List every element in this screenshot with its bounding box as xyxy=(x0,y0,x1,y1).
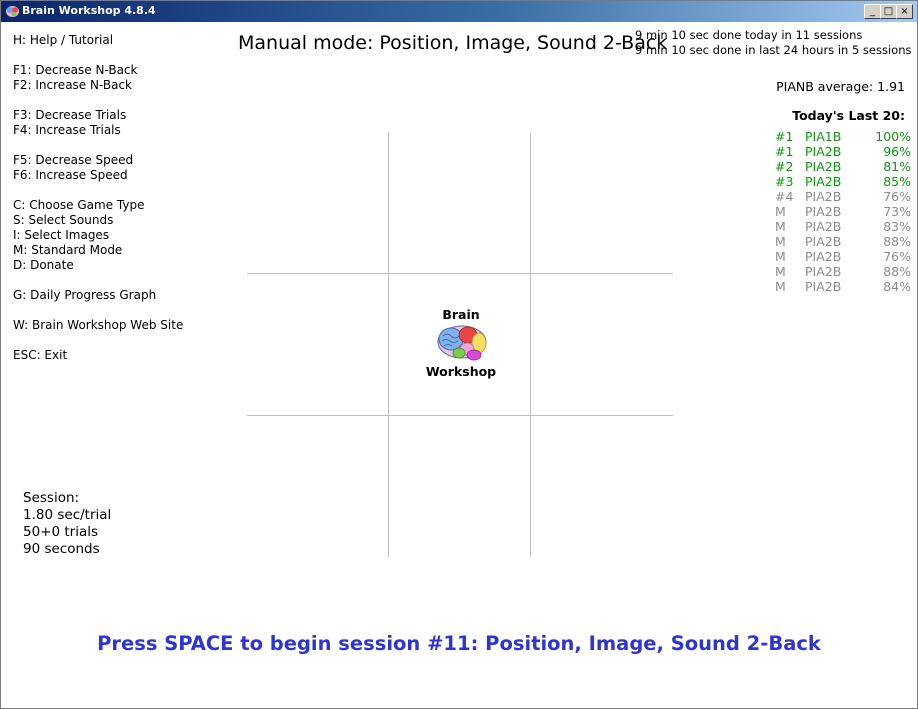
last20-rank: #1 xyxy=(775,129,794,144)
menu-help[interactable]: H: Help / Tutorial xyxy=(13,33,183,48)
menu-increase-speed[interactable]: F6: Increase Speed xyxy=(13,168,183,183)
last20-mode: PIA2B xyxy=(805,249,842,264)
menu-increase-nback[interactable]: F2: Increase N-Back xyxy=(13,78,183,93)
last20-rank: M xyxy=(775,234,786,249)
last20-pct: 96% xyxy=(883,144,911,159)
last20-pct: 76% xyxy=(883,189,911,204)
logo-word-brain: Brain xyxy=(442,307,480,322)
last20-mode: PIA2B xyxy=(805,234,842,249)
last20-row: M PIA2B 76% xyxy=(773,249,913,264)
last20-pct: 76% xyxy=(883,249,911,264)
last20-rank: M xyxy=(775,279,786,294)
last20-list: #1 PIA1B 100% #1 PIA2B 96% #2 PIA2B 81% #3 PIA2B 85… xyxy=(773,129,913,294)
menu-select-sounds[interactable]: S: Select Sounds xyxy=(13,213,183,228)
last20-row: M PIA2B 73% xyxy=(773,204,913,219)
brain-workshop-logo: Brain Workshop xyxy=(416,307,506,382)
last20-rank: M xyxy=(775,249,786,264)
menu-decrease-speed[interactable]: F5: Decrease Speed xyxy=(13,153,183,168)
last20-mode: PIA2B xyxy=(805,264,842,279)
last20-row: M PIA2B 88% xyxy=(773,264,913,279)
menu-website[interactable]: W: Brain Workshop Web Site xyxy=(13,318,183,333)
last20-mode: PIA2B xyxy=(805,144,842,159)
last20-row: M PIA2B 83% xyxy=(773,219,913,234)
app-window: Brain Workshop 4.8.4 _ □ × H: Help / Tut… xyxy=(0,0,918,709)
close-button[interactable]: × xyxy=(896,4,913,19)
session-duration: 90 seconds xyxy=(23,541,100,557)
last20-mode: PIA1B xyxy=(805,129,842,144)
last20-pct: 100% xyxy=(875,129,911,144)
last20-mode: PIA2B xyxy=(805,219,842,234)
last20-row: M PIA2B 84% xyxy=(773,279,913,294)
time-today: 9 min 10 sec done today in 11 sessions xyxy=(635,28,863,42)
time-last-24h: 9 min 10 sec done in last 24 hours in 5 … xyxy=(635,43,912,57)
session-trials: 50+0 trials xyxy=(23,524,99,540)
last20-row: #1 PIA1B 100% xyxy=(773,129,913,144)
grid-line-v2 xyxy=(530,132,531,557)
menu-donate[interactable]: D: Donate xyxy=(13,258,183,273)
logo-word-workshop: Workshop xyxy=(425,364,497,379)
last20-rank: #1 xyxy=(775,144,794,159)
last20-rank: M xyxy=(775,219,786,234)
last20-pct: 83% xyxy=(883,219,911,234)
key-menu: H: Help / Tutorial F1: Decrease N-Back F… xyxy=(13,33,183,363)
last20-mode: PIA2B xyxy=(805,174,842,189)
maximize-button[interactable]: □ xyxy=(880,4,897,19)
session-speed: 1.80 sec/trial xyxy=(23,507,112,523)
brain-icon xyxy=(437,325,487,361)
last20-row: #3 PIA2B 85% xyxy=(773,174,913,189)
last20-rank: M xyxy=(775,204,786,219)
last20-mode: PIA2B xyxy=(805,159,842,174)
last20-pct: 84% xyxy=(883,279,911,294)
title-bar[interactable]: Brain Workshop 4.8.4 _ □ × xyxy=(1,1,917,22)
menu-game-type[interactable]: C: Choose Game Type xyxy=(13,198,183,213)
last20-pct: 73% xyxy=(883,204,911,219)
last20-row: #2 PIA2B 81% xyxy=(773,159,913,174)
grid-line-h2 xyxy=(247,415,673,416)
last20-pct: 81% xyxy=(883,159,911,174)
start-prompt: Press SPACE to begin session #11: Positi… xyxy=(97,632,821,655)
last20-rank: M xyxy=(775,264,786,279)
menu-decrease-trials[interactable]: F3: Decrease Trials xyxy=(13,108,183,123)
last20-rank: #3 xyxy=(775,174,794,189)
last20-mode: PIA2B xyxy=(805,204,842,219)
last20-row: #1 PIA2B 96% xyxy=(773,144,913,159)
menu-standard-mode[interactable]: M: Standard Mode xyxy=(13,243,183,258)
menu-decrease-nback[interactable]: F1: Decrease N-Back xyxy=(13,63,183,78)
last20-row: M PIA2B 88% xyxy=(773,234,913,249)
last20-title: Today's Last 20: xyxy=(792,108,905,123)
game-area[interactable]: H: Help / Tutorial F1: Decrease N-Back F… xyxy=(1,22,917,708)
last20-pct: 88% xyxy=(883,234,911,249)
menu-increase-trials[interactable]: F4: Increase Trials xyxy=(13,123,183,138)
mode-title: Manual mode: Position, Image, Sound 2-Ba… xyxy=(238,32,668,54)
last20-mode: PIA2B xyxy=(805,189,842,204)
last20-row: #4 PIA2B 76% xyxy=(773,189,913,204)
menu-progress-graph[interactable]: G: Daily Progress Graph xyxy=(13,288,183,303)
session-label: Session: xyxy=(23,490,80,506)
last20-pct: 88% xyxy=(883,264,911,279)
grid-line-h1 xyxy=(247,273,673,274)
minimize-button[interactable]: _ xyxy=(864,4,881,19)
mode-average: PIANB average: 1.91 xyxy=(776,79,905,94)
brain-app-icon xyxy=(6,6,19,17)
window-title: Brain Workshop 4.8.4 xyxy=(22,4,156,17)
menu-select-images[interactable]: I: Select Images xyxy=(13,228,183,243)
last20-rank: #2 xyxy=(775,159,794,174)
last20-mode: PIA2B xyxy=(805,279,842,294)
menu-exit[interactable]: ESC: Exit xyxy=(13,348,183,363)
grid-line-v1 xyxy=(388,132,389,557)
session-info: Session: 1.80 sec/trial 50+0 trials 90 s… xyxy=(23,490,111,558)
last20-pct: 85% xyxy=(883,174,911,189)
last20-rank: #4 xyxy=(775,189,794,204)
